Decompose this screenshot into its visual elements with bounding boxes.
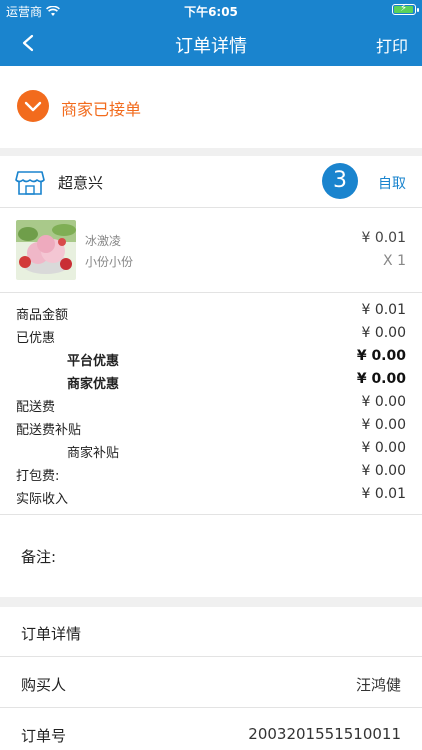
- order-id-value[interactable]: 2003201551510011: [248, 725, 401, 743]
- fee-row-actual-income: 实际收入 ¥ 0.01: [0, 486, 422, 507]
- fee-label: 实际收入: [16, 492, 69, 507]
- order-id-label: 订单号: [21, 727, 67, 745]
- fee-row-merchant-subsidy: 商家补贴 ¥ 0.00: [0, 440, 422, 461]
- charging-bolt-icon: ⚡: [400, 3, 408, 14]
- buyer-row: 购买人 汪鸿健: [0, 658, 422, 708]
- details-title: 订单详情: [21, 625, 82, 643]
- fee-row-packaging: 打包费: ¥ 0.00: [0, 463, 422, 484]
- fee-value: ¥ 0.00: [361, 440, 406, 456]
- page-title: 订单详情: [175, 36, 247, 57]
- fee-value: ¥ 0.00: [361, 394, 406, 410]
- item-quantity: X 1: [383, 253, 406, 269]
- fee-row-discount: 已优惠 ¥ 0.00: [0, 325, 422, 346]
- item-price: ¥ 0.01: [361, 230, 406, 246]
- store-name: 超意兴: [58, 174, 104, 192]
- fee-breakdown: 商品金额 ¥ 0.01 已优惠 ¥ 0.00 平台优惠 ¥ 0.00 商家优惠 …: [0, 293, 422, 515]
- fee-label: 商品金额: [16, 308, 69, 323]
- pickup-label: 自取: [378, 176, 406, 192]
- details-header: 订单详情: [0, 607, 422, 657]
- order-status-label: 商家已接单: [61, 100, 142, 119]
- item-spec: 小份小份: [85, 255, 134, 269]
- fee-label: 平台优惠: [67, 354, 120, 369]
- order-details-section: 订单详情 购买人 汪鸿健 订单号 2003201551510011: [0, 607, 422, 750]
- fee-label: 已优惠: [16, 331, 56, 346]
- fee-value: ¥ 0.00: [361, 417, 406, 433]
- fee-label: 配送费补贴: [16, 423, 82, 438]
- storefront-icon: [15, 171, 45, 195]
- fee-row-delivery: 配送费 ¥ 0.00: [0, 394, 422, 415]
- item-image: [16, 220, 76, 280]
- buyer-value: 汪鸿健: [355, 676, 401, 694]
- fee-row-platform-discount: 平台优惠 ¥ 0.00: [0, 348, 422, 369]
- fee-row-goods-amount: 商品金额 ¥ 0.01: [0, 302, 422, 323]
- note-section: 备注:: [0, 515, 422, 597]
- fee-label: 打包费:: [16, 469, 60, 484]
- battery-icon: ⚡: [392, 3, 419, 15]
- fee-value: ¥ 0.00: [361, 463, 406, 479]
- fee-label: 商家优惠: [67, 377, 120, 392]
- order-number-badge: 3: [322, 163, 358, 199]
- note-label: 备注:: [21, 548, 57, 566]
- fee-row-delivery-subsidy: 配送费补贴 ¥ 0.00: [0, 417, 422, 438]
- fee-value: ¥ 0.00: [356, 348, 406, 364]
- print-button[interactable]: 打印: [376, 33, 408, 57]
- fee-row-merchant-discount: 商家优惠 ¥ 0.00: [0, 371, 422, 392]
- fee-value: ¥ 0.00: [361, 325, 406, 341]
- buyer-label: 购买人: [21, 676, 67, 694]
- fee-value: ¥ 0.01: [361, 486, 406, 502]
- status-bar: 运营商 下午6:05 ⚡: [0, 0, 422, 20]
- item-name: 冰激凌: [85, 234, 122, 248]
- clock: 下午6:05: [184, 5, 238, 19]
- order-item: 冰激凌 小份小份 ¥ 0.01 X 1: [0, 208, 422, 293]
- order-id-row: 订单号 2003201551510011: [0, 709, 422, 750]
- order-status-section: 商家已接单: [0, 66, 422, 148]
- fee-label: 商家补贴: [67, 446, 120, 461]
- fee-label: 配送费: [16, 400, 56, 415]
- fee-value: ¥ 0.01: [361, 302, 406, 318]
- nav-bar: 订单详情 打印: [0, 20, 422, 66]
- store-row: 超意兴 3 自取: [0, 156, 422, 208]
- check-circle-icon: [17, 90, 49, 122]
- fee-value: ¥ 0.00: [356, 371, 406, 387]
